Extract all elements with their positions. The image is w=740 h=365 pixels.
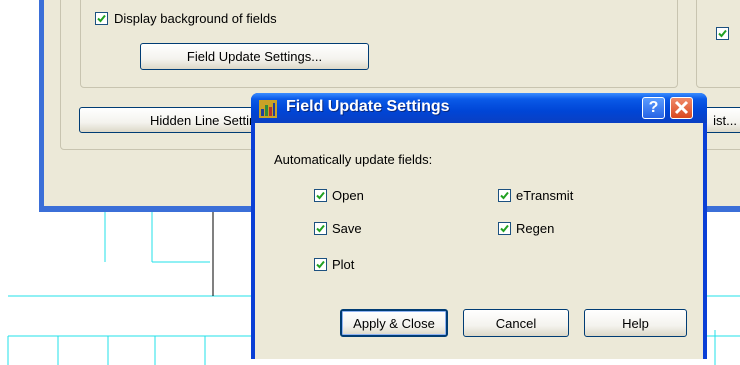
etransmit-label: eTransmit — [516, 188, 574, 203]
help-icon[interactable]: ? — [642, 97, 665, 119]
dialog-titlebar[interactable]: Field Update Settings ? — [251, 93, 707, 123]
open-label: Open — [332, 188, 364, 203]
save-label: Save — [332, 221, 362, 236]
dialog-body: Automatically update fields: Open Save P… — [255, 123, 703, 359]
regen-label: Regen — [516, 221, 555, 236]
display-background-checkbox[interactable] — [95, 12, 108, 25]
apply-close-button[interactable]: Apply & Close — [340, 309, 448, 337]
regen-checkbox[interactable] — [498, 222, 511, 235]
open-checkbox[interactable] — [314, 189, 327, 202]
field-update-settings-button[interactable]: Field Update Settings... — [140, 43, 369, 70]
plot-label: Plot — [332, 257, 355, 272]
help-button[interactable]: Help — [584, 309, 687, 337]
close-icon[interactable] — [670, 97, 693, 119]
field-update-settings-dialog: Field Update Settings ? Automatically up… — [251, 93, 707, 359]
etransmit-checkbox[interactable] — [498, 189, 511, 202]
right-option-checkbox[interactable] — [716, 27, 729, 40]
cancel-button[interactable]: Cancel — [463, 309, 569, 337]
dialog-title: Field Update Settings — [286, 98, 450, 115]
plot-checkbox[interactable] — [314, 258, 327, 271]
auto-update-label: Automatically update fields: — [274, 152, 433, 167]
app-icon — [259, 100, 277, 118]
save-checkbox[interactable] — [314, 222, 327, 235]
hidden-line-settings-button[interactable]: Hidden Line Settings — [79, 107, 279, 133]
display-background-label: Display background of fields — [114, 11, 277, 26]
